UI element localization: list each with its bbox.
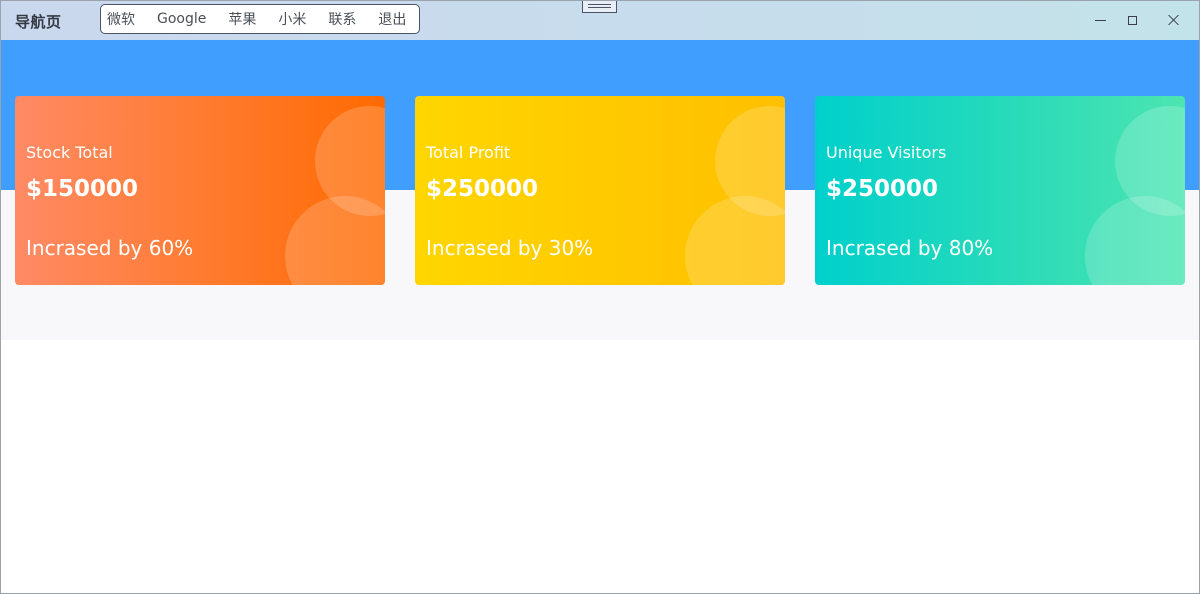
nav-item-microsoft[interactable]: 微软 xyxy=(107,9,135,29)
nav-menu: 微软 Google 苹果 小米 联系 退出 xyxy=(100,4,420,34)
nav-item-exit[interactable]: 退出 xyxy=(378,9,406,29)
decorative-circle xyxy=(685,196,785,285)
card-value: $250000 xyxy=(826,176,939,202)
close-button[interactable] xyxy=(1159,9,1189,31)
nav-item-xiaomi[interactable]: 小米 xyxy=(278,9,306,29)
stat-card-unique-visitors[interactable]: Unique Visitors $250000 Incrased by 80% xyxy=(815,96,1185,285)
card-title: Total Profit xyxy=(426,143,511,162)
minimize-icon xyxy=(1094,19,1106,21)
stat-card-stock-total[interactable]: Stock Total $150000 Incrased by 60% xyxy=(15,96,385,285)
card-value: $250000 xyxy=(426,176,539,202)
drag-handle-icon[interactable] xyxy=(582,1,617,13)
card-title: Unique Visitors xyxy=(826,143,947,162)
title-bar[interactable]: 导航页 微软 Google 苹果 小米 联系 退出 xyxy=(1,1,1199,40)
card-subtitle: Incrased by 30% xyxy=(426,236,594,260)
nav-item-apple[interactable]: 苹果 xyxy=(228,9,256,29)
minimize-button[interactable] xyxy=(1085,9,1115,31)
nav-item-google[interactable]: Google xyxy=(157,11,206,27)
nav-item-contact[interactable]: 联系 xyxy=(328,9,356,29)
decorative-circle xyxy=(1085,196,1185,285)
maximize-icon xyxy=(1127,15,1137,25)
card-value: $150000 xyxy=(26,176,139,202)
close-icon xyxy=(1168,14,1180,26)
decorative-circle xyxy=(285,196,385,285)
maximize-button[interactable] xyxy=(1117,9,1147,31)
stat-card-total-profit[interactable]: Total Profit $250000 Incrased by 30% xyxy=(415,96,785,285)
window-title: 导航页 xyxy=(15,13,62,31)
card-subtitle: Incrased by 80% xyxy=(826,236,994,260)
card-title: Stock Total xyxy=(26,143,113,162)
card-subtitle: Incrased by 60% xyxy=(26,236,194,260)
app-window: 导航页 微软 Google 苹果 小米 联系 退出 Stock Total $1… xyxy=(0,0,1200,594)
